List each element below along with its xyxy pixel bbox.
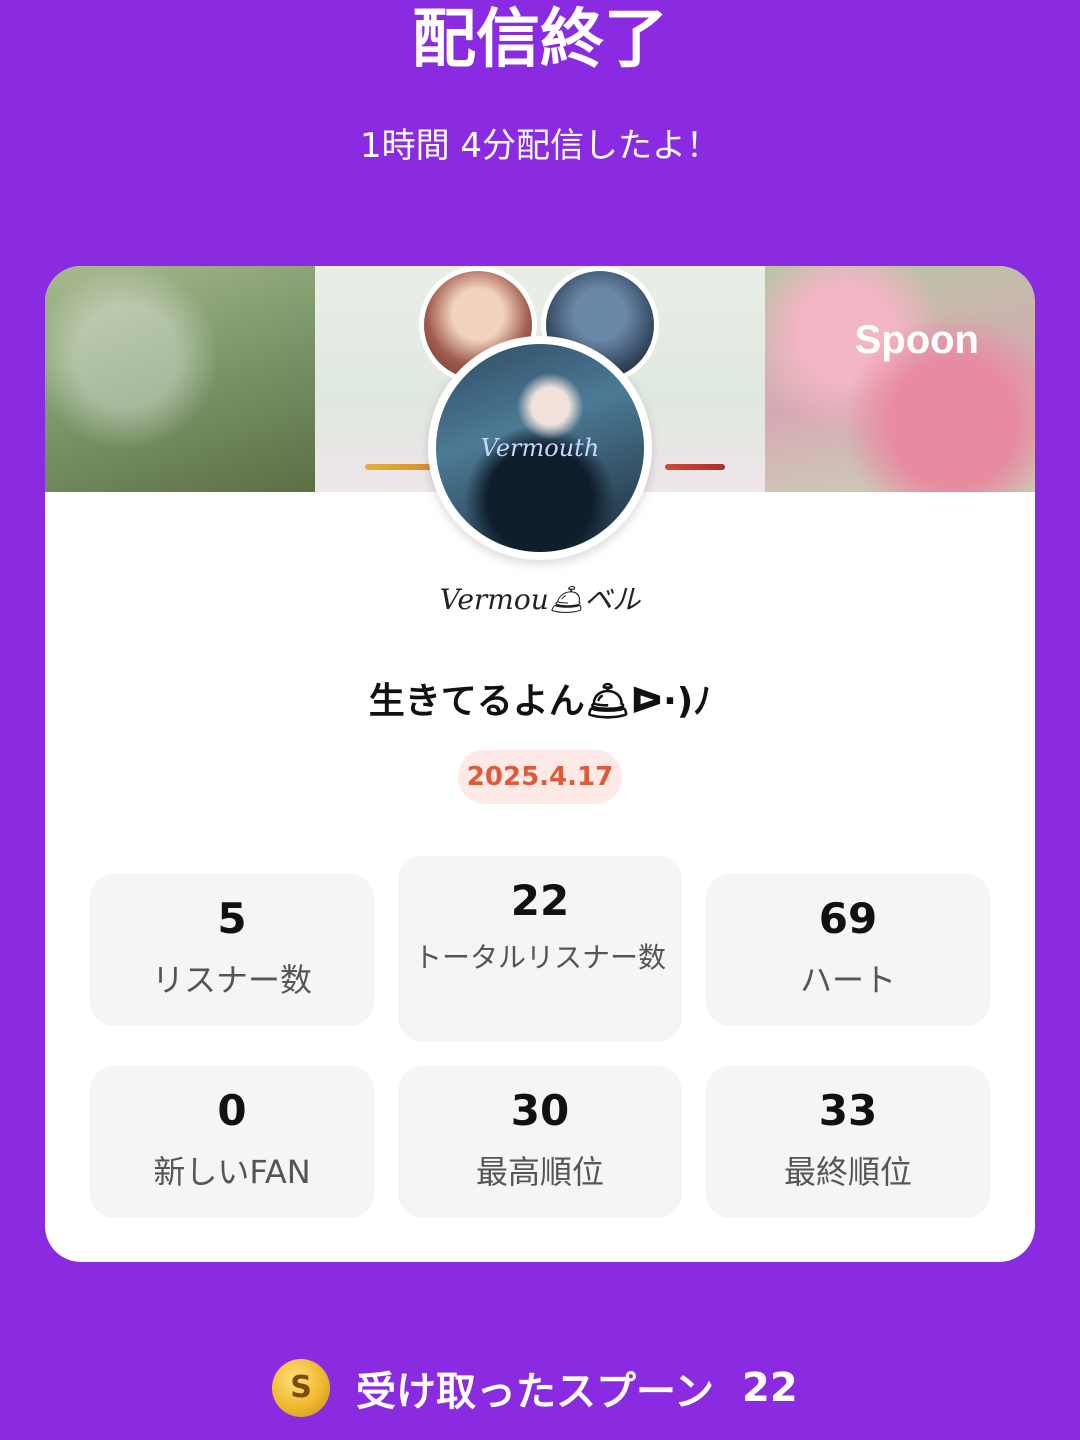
stat-value: 22 — [510, 876, 570, 925]
banner-right-image: Spoon — [765, 266, 1035, 492]
stat-label: トータルリスナー数 — [413, 941, 666, 974]
stat-label: 最高順位 — [475, 1153, 604, 1191]
stat-value: 5 — [217, 894, 247, 943]
stat-final-rank: 33 最終順位 — [706, 1066, 990, 1218]
stat-total-listeners: 22 トータルリスナー数 — [398, 856, 682, 1042]
spoons-label: 受け取ったスプーン — [356, 1369, 714, 1415]
stat-label: ハート — [799, 961, 896, 999]
summary-card: Spoon Vermouth Vermou🛎ベル 生きてるよん🛎ᐅ·)ﾉ 202… — [45, 266, 1035, 1262]
stat-new-fans: 0 新しいFAN — [90, 1066, 374, 1218]
stat-highest-rank: 30 最高順位 — [398, 1066, 682, 1218]
gauge-bar — [665, 464, 725, 470]
avatar-text: Vermouth — [480, 434, 600, 462]
page-title: 配信終了 — [412, 3, 668, 77]
stat-value: 33 — [818, 1086, 878, 1135]
live-title: 生きてるよん🛎ᐅ·)ﾉ — [368, 681, 712, 722]
gauge-bar — [365, 464, 435, 470]
spoon-coin-icon: S — [272, 1359, 330, 1417]
stat-label: リスナー数 — [151, 961, 312, 999]
dj-name: Vermou🛎ベル — [439, 583, 641, 616]
duration-text: 1時間 4分配信したよ！ — [359, 126, 721, 166]
spoons-count: 22 — [742, 1365, 798, 1411]
stat-hearts: 69 ハート — [706, 874, 990, 1026]
stat-value: 69 — [818, 894, 878, 943]
spoons-received: S 受け取ったスプーン 22 — [272, 1356, 872, 1420]
stat-value: 30 — [510, 1086, 570, 1135]
stat-listeners: 5 リスナー数 — [90, 874, 374, 1026]
dj-avatar[interactable]: Vermouth — [428, 336, 652, 560]
avatar-image: Vermouth — [436, 344, 644, 552]
date-badge: 2025.4.17 — [458, 750, 622, 804]
banner-left-image — [45, 266, 315, 492]
spoon-logo: Spoon — [854, 318, 979, 362]
stat-value: 0 — [217, 1086, 247, 1135]
stat-label: 新しいFAN — [153, 1153, 311, 1191]
stat-label: 最終順位 — [783, 1153, 912, 1191]
